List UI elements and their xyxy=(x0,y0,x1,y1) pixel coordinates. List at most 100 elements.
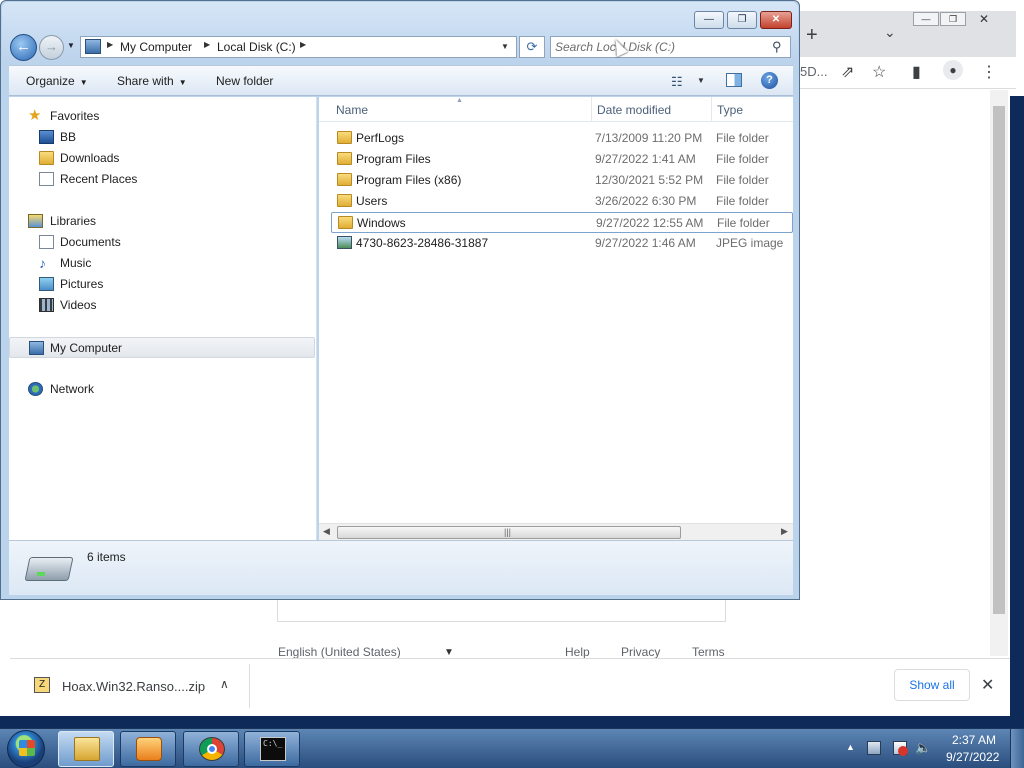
refresh-icon[interactable]: ⟳ xyxy=(519,36,545,58)
search-icon[interactable]: ⚲ xyxy=(772,39,782,55)
zip-file-icon: Z xyxy=(34,677,50,693)
breadcrumb-my-computer[interactable]: My Computer xyxy=(120,40,192,54)
download-options-chevron-icon[interactable]: ∧ xyxy=(220,677,229,691)
clock-time[interactable]: 2:37 AM xyxy=(952,733,996,747)
breadcrumb-local-disk[interactable]: Local Disk (C:) xyxy=(217,40,296,54)
nav-label: Libraries xyxy=(50,214,97,228)
forward-arrow-icon[interactable]: → xyxy=(39,35,64,60)
taskbar-media-player-button[interactable] xyxy=(120,731,176,767)
chrome-close-button[interactable]: ✕ xyxy=(971,12,997,26)
music-note-icon: ♪ xyxy=(39,255,46,271)
language-selector[interactable]: English (United States) xyxy=(278,645,401,659)
chrome-minimize-button[interactable]: — xyxy=(913,12,939,26)
action-center-flag-icon[interactable] xyxy=(867,741,881,755)
details-pane: 6 items xyxy=(9,540,793,595)
new-tab-icon[interactable]: + xyxy=(806,24,818,47)
volume-icon[interactable]: 🔈 xyxy=(915,741,931,755)
address-bar-text[interactable]: 5D... xyxy=(800,64,827,79)
change-view-icon[interactable]: ☷ xyxy=(671,74,683,90)
new-folder-button[interactable]: New folder xyxy=(216,74,273,88)
show-all-button[interactable]: Show all xyxy=(894,669,970,701)
file-row[interactable]: Users 3/26/2022 6:30 PM File folder xyxy=(331,191,793,212)
help-icon[interactable]: ? xyxy=(761,72,778,89)
column-header-date-modified[interactable]: Date modified xyxy=(597,103,671,117)
organize-button[interactable]: Organize ▼ xyxy=(26,74,88,88)
organize-label: Organize xyxy=(26,74,75,88)
bookmark-star-icon[interactable]: ☆ xyxy=(872,62,886,82)
network-error-icon xyxy=(898,746,908,756)
preview-pane-icon[interactable] xyxy=(726,73,742,87)
file-name: 4730-8623-28486-31887 xyxy=(356,236,489,250)
nav-item-downloads[interactable]: Downloads xyxy=(9,148,315,169)
taskbar-cmd-button[interactable]: C:\_ xyxy=(244,731,300,767)
nav-item-music[interactable]: ♪ Music xyxy=(9,253,315,274)
footer-terms-link[interactable]: Terms xyxy=(692,645,725,659)
column-divider[interactable] xyxy=(591,97,592,122)
recent-pages-chevron-icon[interactable]: ▼ xyxy=(67,41,75,50)
clock-date[interactable]: 9/27/2022 xyxy=(946,750,999,764)
chrome-menu-icon[interactable]: ⋮ xyxy=(981,62,997,82)
documents-icon xyxy=(39,235,54,249)
pictures-icon xyxy=(39,277,54,291)
nav-favorites[interactable]: ★ Favorites xyxy=(9,106,315,127)
nav-item-pictures[interactable]: Pictures xyxy=(9,274,315,295)
file-row[interactable]: PerfLogs 7/13/2009 11:20 PM File folder xyxy=(331,128,793,149)
show-hidden-icons-icon[interactable]: ▲ xyxy=(846,742,855,752)
desktop-icon xyxy=(39,130,54,144)
close-downloads-icon[interactable]: ✕ xyxy=(981,675,994,695)
file-row[interactable]: Program Files 9/27/2022 1:41 AM File fol… xyxy=(331,149,793,170)
libraries-icon xyxy=(28,214,43,228)
start-button[interactable] xyxy=(7,730,45,768)
breadcrumb-arrow-icon[interactable]: ▶ xyxy=(204,40,210,49)
taskbar-explorer-button[interactable] xyxy=(58,731,114,767)
file-row[interactable]: 4730-8623-28486-31887 9/27/2022 1:46 AM … xyxy=(331,233,793,254)
scroll-thumb[interactable]: ||| xyxy=(337,526,681,539)
footer-privacy-link[interactable]: Privacy xyxy=(621,645,660,659)
scroll-left-arrow-icon[interactable]: ◀ xyxy=(323,526,330,537)
network-icon xyxy=(28,382,43,396)
address-bar[interactable]: ▶ My Computer ▶ Local Disk (C:) ▶ ▼ xyxy=(80,36,517,58)
minimize-button[interactable]: — xyxy=(694,11,724,29)
chrome-scroll-thumb[interactable] xyxy=(993,106,1005,614)
nav-label: Pictures xyxy=(60,277,104,291)
language-dropdown-icon[interactable]: ▼ xyxy=(444,647,454,658)
nav-label: Favorites xyxy=(50,109,100,123)
share-with-button[interactable]: Share with ▼ xyxy=(117,74,187,88)
side-panel-icon[interactable]: ▮ xyxy=(912,62,921,82)
maximize-button[interactable]: ❐ xyxy=(727,11,757,29)
breadcrumb-arrow-icon[interactable]: ▶ xyxy=(107,40,113,49)
share-icon[interactable]: ⇗ xyxy=(841,62,854,82)
nav-label: My Computer xyxy=(50,341,123,355)
file-row[interactable]: Windows 9/27/2022 12:55 AM File folder xyxy=(331,212,793,233)
column-divider[interactable] xyxy=(711,97,712,122)
nav-item-recent-places[interactable]: Recent Places xyxy=(9,169,315,190)
nav-item-bb[interactable]: BB xyxy=(9,127,315,148)
file-name: Windows xyxy=(357,216,406,230)
address-dropdown-icon[interactable]: ▼ xyxy=(501,42,509,51)
profile-avatar-icon[interactable]: ● xyxy=(943,60,963,80)
horizontal-scrollbar[interactable]: ◀ ||| ▶ xyxy=(319,523,793,540)
view-options-chevron-icon[interactable]: ▼ xyxy=(697,76,705,85)
column-header-name[interactable]: Name xyxy=(336,103,368,117)
chrome-maximize-button[interactable]: ❐ xyxy=(940,12,966,26)
breadcrumb-arrow-icon[interactable]: ▶ xyxy=(300,40,306,49)
tab-search-chevron-icon[interactable]: ⌄ xyxy=(884,24,896,41)
back-arrow-icon[interactable]: ← xyxy=(10,34,37,61)
taskbar-chrome-button[interactable] xyxy=(183,731,239,767)
nav-libraries[interactable]: Libraries xyxy=(9,211,315,232)
nav-label: Music xyxy=(60,256,92,270)
show-desktop-button[interactable] xyxy=(1010,729,1024,768)
search-input[interactable] xyxy=(555,39,765,55)
scroll-right-arrow-icon[interactable]: ▶ xyxy=(781,526,788,537)
search-box[interactable]: ⚲ xyxy=(550,36,791,58)
footer-help-link[interactable]: Help xyxy=(565,645,590,659)
nav-my-computer[interactable]: My Computer xyxy=(9,337,315,358)
nav-network[interactable]: Network xyxy=(9,379,315,400)
nav-item-videos[interactable]: Videos xyxy=(9,295,315,316)
file-list: ▲ Name Date modified Type PerfLogs 7/13/… xyxy=(319,97,793,540)
file-row[interactable]: Program Files (x86) 12/30/2021 5:52 PM F… xyxy=(331,170,793,191)
column-header-type[interactable]: Type xyxy=(717,103,743,117)
download-file-name[interactable]: Hoax.Win32.Ranso....zip xyxy=(62,679,205,694)
nav-item-documents[interactable]: Documents xyxy=(9,232,315,253)
close-button[interactable]: ✕ xyxy=(760,11,792,29)
